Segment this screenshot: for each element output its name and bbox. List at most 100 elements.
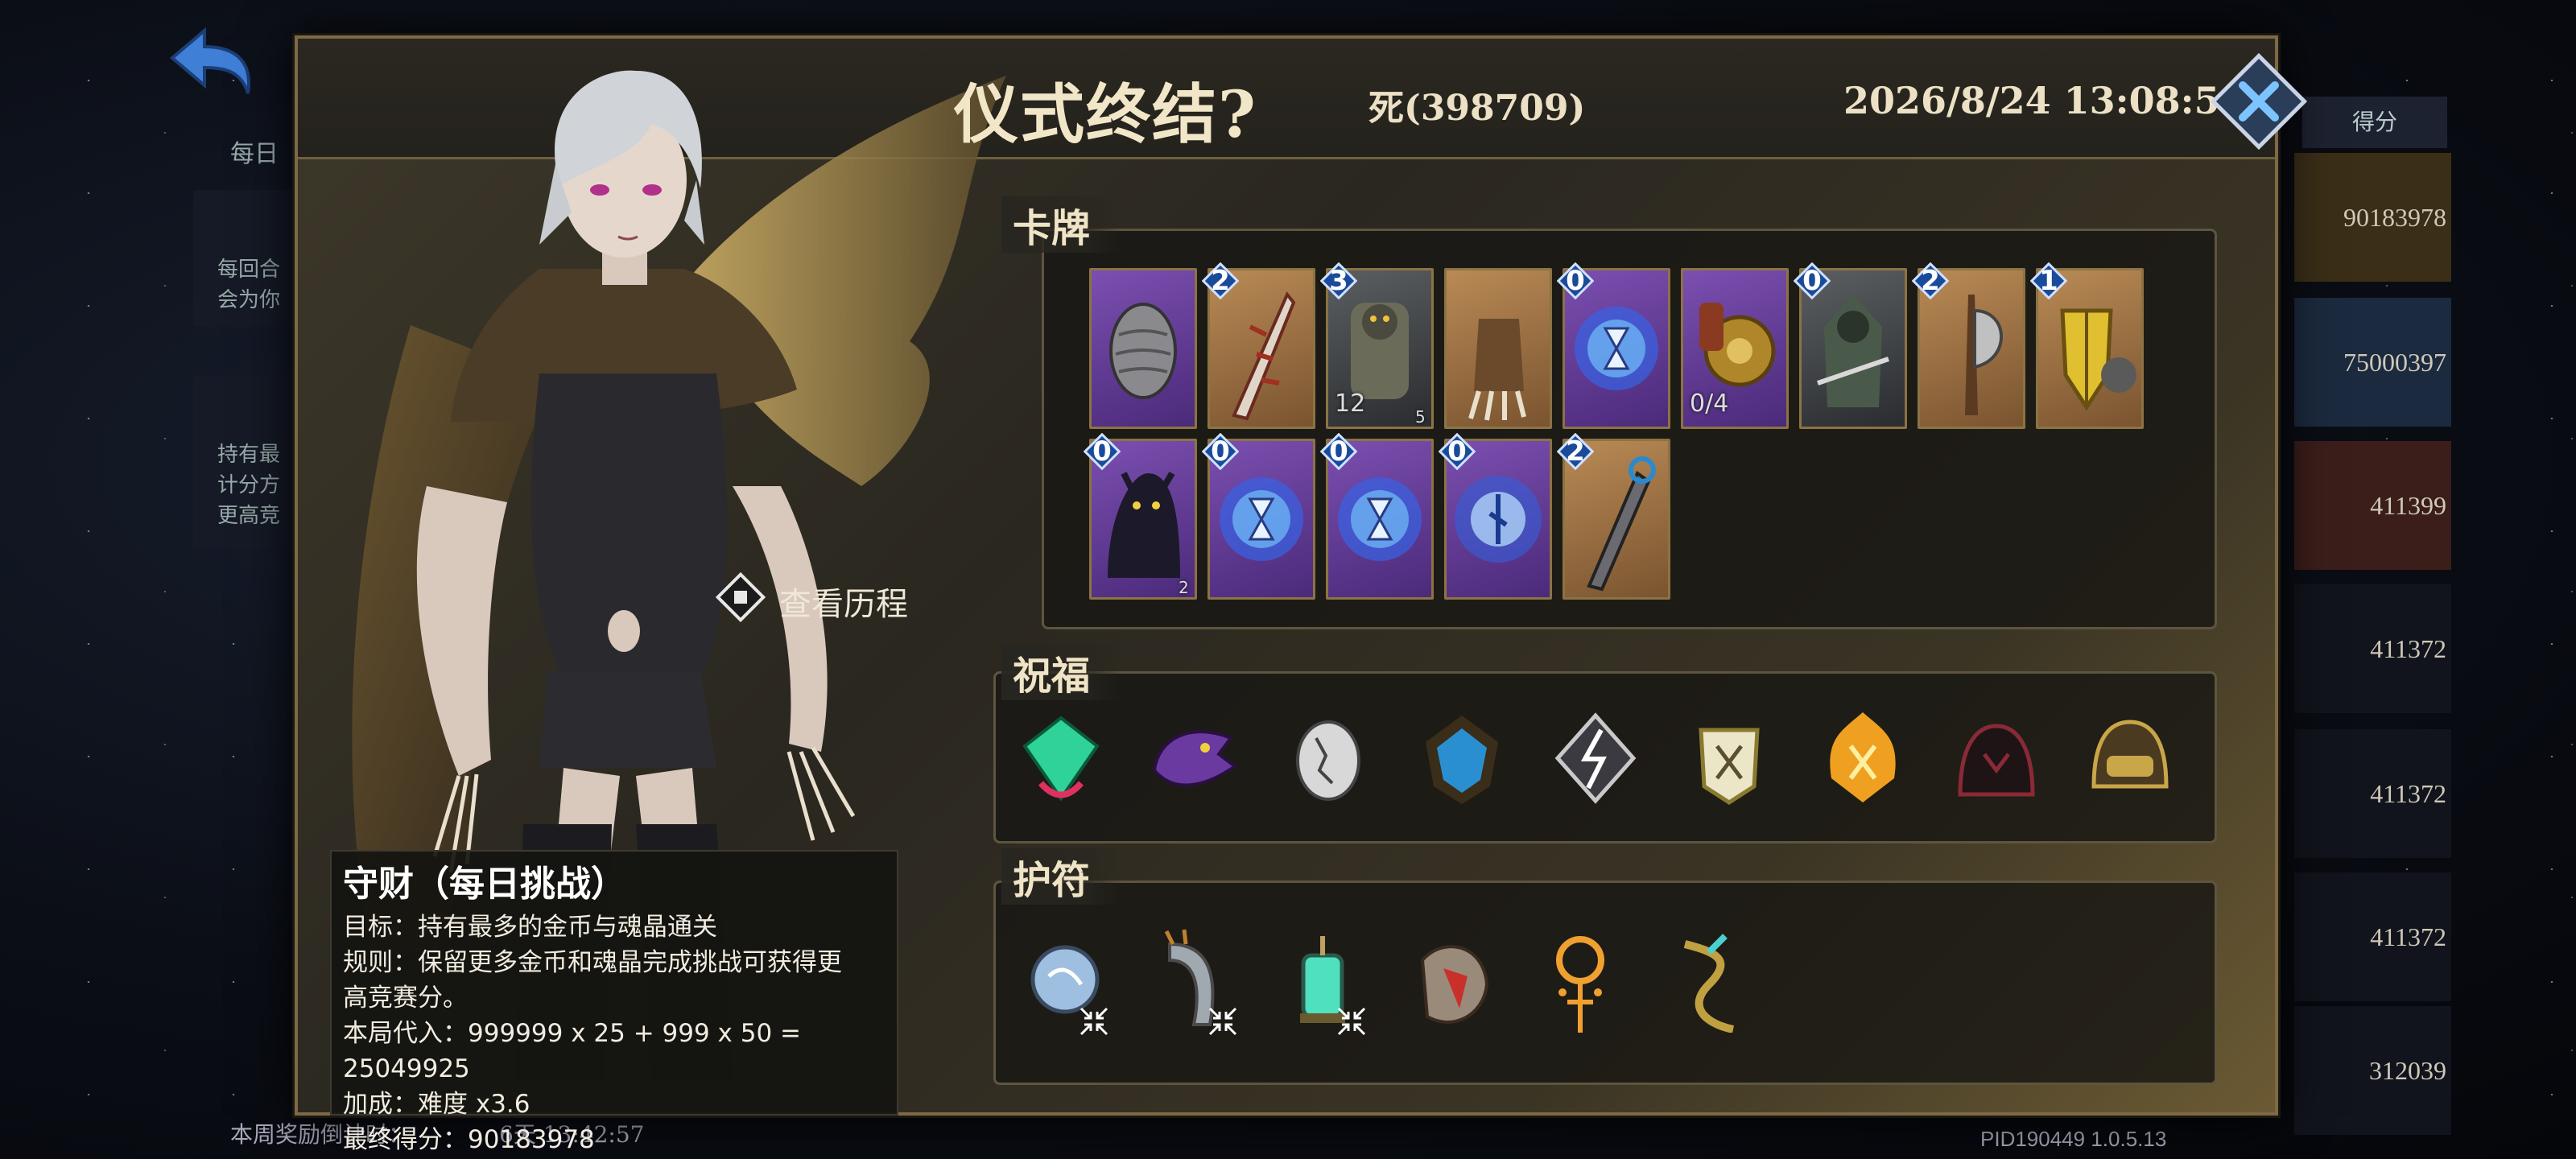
card-cost-value: 0 [1447, 435, 1467, 468]
armored-beast-card[interactable]: 3 12 5 [1320, 262, 1434, 429]
ritual-end-dialog: 仪式终结? 死(398709) 2026/8/24 13:08:56 查看历程 … [295, 35, 2308, 1154]
stone-egg-icon [1109, 303, 1177, 399]
daily-tab-label: 每日 [230, 140, 279, 168]
card-cost-value: 2 [1921, 265, 1940, 297]
score-row: 411372 [2294, 872, 2451, 1001]
blessing-slot[interactable] [2078, 706, 2182, 810]
emerald-gem-icon [1022, 716, 1100, 802]
battle-axe-card[interactable]: 2 [1912, 262, 2025, 429]
card-counter: 0/4 [1690, 390, 1729, 418]
rule-card-line: 会为你 [217, 288, 281, 312]
amulets-section [993, 881, 2217, 1085]
card-cost-value: 0 [1092, 435, 1112, 468]
claw-gauntlet-icon [1468, 319, 1526, 421]
cards-section-title: 卡牌 [1001, 196, 1123, 253]
cards-section: 2 3 12 5 0 0/4 0 2 1 0 2 0 0 0 2 [1042, 229, 2217, 629]
shadow-beast-card[interactable]: 02 [1084, 433, 1197, 600]
score-formula: 本局代入：999999 x 25 + 999 x 50 = 25049925 [343, 1019, 802, 1083]
card-cost-badge: 0 [1557, 262, 1594, 299]
flaming-crest-icon [1830, 712, 1896, 802]
card-cost-value: 2 [1211, 265, 1230, 297]
card-cost-value: 2 [1566, 435, 1585, 468]
card-cost-badge: 0 [1202, 433, 1239, 470]
version-label: PID190449 1.0.5.13 [1980, 1127, 2167, 1151]
score-row: 75000397 [2294, 298, 2451, 427]
amulet-slot[interactable] [1661, 928, 1765, 1033]
blessing-slot[interactable] [1677, 706, 1781, 810]
score-row: 90183978 [2294, 153, 2451, 282]
blue-crystal-shield-icon [1426, 716, 1498, 804]
card-counter: 12 [1335, 390, 1366, 418]
chain-blade-card[interactable]: 2 [1557, 433, 1670, 600]
red-fang-icon [1420, 945, 1489, 1024]
rule-card-line: 每回合 [217, 258, 281, 282]
dragon-head-icon [1152, 730, 1238, 787]
back-arrow-icon[interactable] [158, 23, 262, 103]
card-cost-value: 3 [1329, 265, 1348, 297]
hourglass-vortex-card[interactable]: 0 [1320, 433, 1434, 600]
amulet-slot[interactable] [1017, 928, 1121, 1036]
shield-warrior-card[interactable]: 1 [2030, 262, 2144, 429]
stone-egg-card[interactable] [1089, 268, 1197, 429]
score-row: 411399 [2294, 441, 2451, 570]
amulet-slot[interactable] [1146, 928, 1250, 1036]
blessing-slot[interactable] [1944, 706, 2049, 810]
score-row: 312039 [2294, 1006, 2451, 1135]
blessing-slot[interactable] [1810, 706, 1915, 810]
cracked-egg-icon [1296, 720, 1360, 801]
card-cost-value: 0 [1566, 265, 1585, 297]
blessing-slot[interactable] [1142, 706, 1247, 810]
amulet-slot[interactable] [1532, 928, 1637, 1033]
game-scene: 每日 每回合 会为你 持有最 计分方 更高竞 本周奖励倒计时： 6天 13:42… [0, 0, 2576, 1159]
challenge-goal: 目标：持有最多的金币与魂晶通关 [343, 913, 717, 942]
final-score: 最终得分：90183978 [343, 1125, 595, 1154]
blessings-section-title: 祝福 [1001, 644, 1123, 700]
hourglass-vortex-card[interactable]: 0 [1202, 433, 1315, 600]
claw-gauntlet-card[interactable] [1444, 268, 1552, 429]
merge-arrows-icon [1208, 1007, 1237, 1036]
close-icon[interactable] [2207, 50, 2310, 153]
amulet-slot[interactable] [1403, 928, 1508, 1033]
hourglass-vortex-card[interactable]: 0 [1557, 262, 1670, 429]
blessing-slot[interactable] [1543, 706, 1648, 810]
amulet-slot[interactable] [1274, 928, 1379, 1036]
view-history-label: 查看历程 [779, 586, 908, 623]
card-cost-value: 1 [2039, 265, 2058, 297]
blessings-section [993, 671, 2217, 843]
challenge-info-panel: 守财（每日挑战） 目标：持有最多的金币与魂晶通关 规则：保留更多金币和魂晶完成挑… [330, 850, 898, 1154]
rule-card-line: 持有最 [217, 443, 281, 467]
golden-shield-card[interactable]: 0/4 [1681, 268, 1789, 429]
rule-card-1: 每回合 会为你 [193, 190, 306, 327]
card-cost-badge: 3 [1320, 262, 1357, 299]
blue-rune-vortex-card[interactable]: 0 [1439, 433, 1552, 600]
masked-helm-icon [2091, 720, 2169, 789]
run-datetime: 2026/8/24 13:08:56 [1843, 79, 2246, 122]
blessing-slot[interactable] [1009, 706, 1113, 810]
card-cost-badge: 0 [1084, 433, 1121, 470]
card-stack-count: 5 [1415, 407, 1426, 427]
card-stack-count: 2 [1179, 578, 1189, 597]
rule-card-line: 更高竞 [217, 504, 281, 528]
card-cost-value: 0 [1329, 435, 1348, 468]
serpent-staff-icon [1683, 934, 1735, 1033]
view-history-button[interactable]: 查看历程 [712, 560, 921, 633]
blessing-slot[interactable] [1276, 706, 1381, 810]
challenge-title: 守财（每日挑战） [343, 864, 626, 905]
merge-arrows-icon [1080, 1007, 1108, 1036]
score-row: 411372 [2294, 729, 2451, 858]
card-cost-badge: 0 [1794, 262, 1831, 299]
challenge-rule: 规则：保留更多金币和魂晶完成挑战可获得更 [343, 948, 842, 977]
score-row: 411372 [2294, 584, 2451, 713]
merge-arrows-icon [1337, 1007, 1366, 1036]
blessing-slot[interactable] [1410, 706, 1514, 810]
shadow-demon-icon [1958, 724, 2035, 797]
rule-card-line: 计分方 [217, 473, 281, 497]
card-cost-value: 0 [1211, 435, 1230, 468]
lightning-rune-icon [1554, 712, 1637, 804]
difficulty-bonus: 加成：难度 x3.6 [343, 1090, 530, 1119]
card-cost-badge: 0 [1320, 433, 1357, 470]
amulets-section-title: 护符 [1001, 848, 1123, 905]
white-gauntlet-icon [1699, 728, 1760, 805]
hooded-knight-card[interactable]: 0 [1794, 262, 1907, 429]
bone-dagger-card[interactable]: 2 [1202, 262, 1315, 429]
